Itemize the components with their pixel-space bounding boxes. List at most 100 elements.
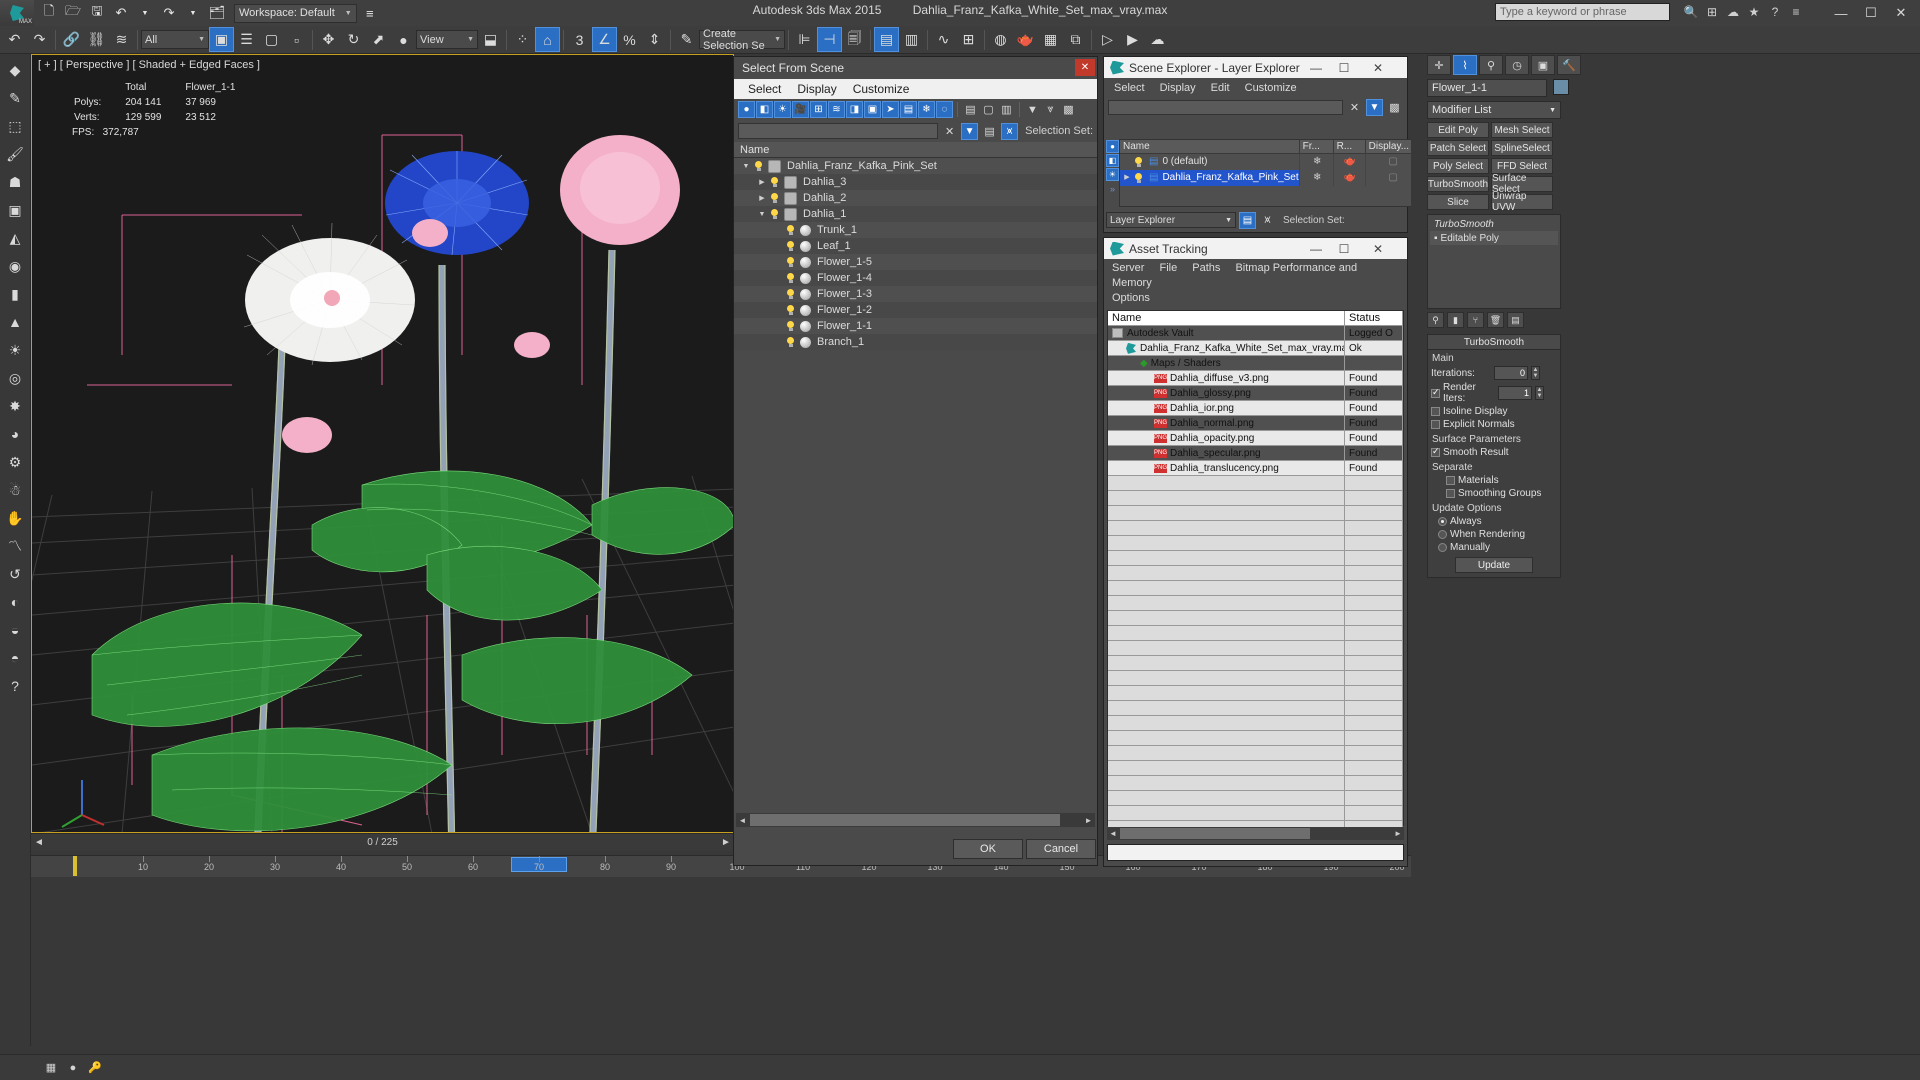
render-iters-checkbox[interactable]: [1431, 387, 1440, 398]
expand-toggle-icon[interactable]: ▼: [756, 211, 768, 218]
angle-snap-toggle[interactable]: ∠: [592, 27, 617, 52]
select-and-move-button[interactable]: ✥: [316, 27, 341, 52]
rectangular-selection-region-button[interactable]: ▢: [259, 27, 284, 52]
rollup-title[interactable]: TurboSmooth: [1428, 335, 1560, 350]
filter-icon[interactable]: ▼: [1024, 101, 1041, 118]
tab-utilities[interactable]: 🔨: [1557, 55, 1581, 75]
modifier-stack[interactable]: TurboSmooth ▪ Editable Poly: [1427, 214, 1561, 309]
object-paint-icon[interactable]: 🖌: [2, 141, 28, 167]
ok-button[interactable]: OK: [953, 839, 1023, 859]
smooth-result-checkbox[interactable]: [1431, 446, 1440, 457]
explorer-mode-combo[interactable]: Layer Explorer ▼: [1106, 212, 1236, 228]
redo-icon[interactable]: ↷: [158, 3, 180, 24]
activeshade-icon[interactable]: ▶: [1120, 27, 1145, 52]
pyramid-icon[interactable]: ▲: [2, 309, 28, 335]
motion-icon[interactable]: ↺: [2, 561, 28, 587]
layer-manager-icon[interactable]: 🗐: [842, 27, 867, 52]
modifier-button[interactable]: TurboSmooth: [1427, 176, 1489, 192]
modifier-quick-buttons[interactable]: Edit Poly Mesh Select Patch Select SplineSe…: [1427, 122, 1555, 213]
account-icon[interactable]: ≡: [1787, 2, 1805, 22]
find-input[interactable]: [1108, 99, 1343, 115]
percent-snap-toggle[interactable]: %: [617, 27, 642, 52]
display-lights-icon[interactable]: ☀: [774, 101, 791, 118]
exchange-icon[interactable]: ⊞: [1703, 2, 1721, 22]
col-render[interactable]: R...: [1334, 140, 1366, 153]
render-toggle-icon[interactable]: 🫖: [1334, 154, 1366, 170]
hand-icon[interactable]: ✋: [2, 505, 28, 531]
display-geometry-icon[interactable]: ●: [738, 101, 755, 118]
modifier-button[interactable]: Edit Poly: [1427, 122, 1489, 138]
explicit-normals-checkbox[interactable]: [1431, 420, 1440, 429]
horizontal-scrollbar[interactable]: ◄ ►: [1107, 827, 1404, 840]
save-file-icon[interactable]: 🖫: [86, 3, 108, 24]
hair-icon[interactable]: 〽: [2, 533, 28, 559]
asset-row[interactable]: PNG Dahlia_normal.png Found: [1108, 416, 1403, 431]
rendered-frame-window-icon[interactable]: ▦: [1038, 27, 1063, 52]
tree-row[interactable]: Flower_1-2: [734, 302, 1097, 318]
smoothing-groups-checkbox[interactable]: [1446, 489, 1455, 498]
display-groups-icon[interactable]: ◨: [846, 101, 863, 118]
layers-icon[interactable]: ▩: [1060, 101, 1077, 118]
menu-edit[interactable]: Edit: [1211, 82, 1230, 94]
pin-stack-icon[interactable]: ⚲: [1427, 312, 1444, 328]
layer-rows[interactable]: ▤ 0 (default) ❄ 🫖 ▢ ▶ ▤ Dahlia_Franz_Kafka_Pink…: [1120, 154, 1420, 186]
make-unique-icon[interactable]: ⑂: [1467, 312, 1484, 328]
next-frame-button[interactable]: ►: [718, 835, 734, 851]
col-name[interactable]: Name: [1108, 311, 1345, 325]
minimize-button[interactable]: —: [1303, 238, 1329, 259]
expand-toggle-icon[interactable]: ▶: [756, 178, 768, 186]
light-bulb-icon[interactable]: [768, 192, 781, 205]
menu-display[interactable]: Display: [1160, 82, 1196, 94]
close-icon[interactable]: ✕: [1075, 59, 1095, 76]
tree-row[interactable]: ▼ Dahlia_1: [734, 206, 1097, 222]
scroll-left-icon[interactable]: ◄: [736, 816, 749, 825]
tree-row[interactable]: Trunk_1: [734, 222, 1097, 238]
tab-motion[interactable]: ◷: [1505, 55, 1529, 75]
scene-object-tree[interactable]: ▼ Dahlia_Franz_Kafka_Pink_Set ▶ Dahlia_3 ▶ Da…: [734, 158, 1097, 813]
iterations-spinner[interactable]: ▲ ▼: [1531, 366, 1540, 380]
tree-row[interactable]: Flower_1-5: [734, 254, 1097, 270]
selection-set-icon[interactable]: ⩙: [1001, 122, 1019, 140]
select-by-name-button[interactable]: ☰: [234, 27, 259, 52]
materials-checkbox[interactable]: [1446, 476, 1455, 485]
toggle-layer-explorer-icon[interactable]: ▥: [899, 27, 924, 52]
new-file-icon[interactable]: 🗋: [38, 3, 60, 24]
undo-dropdown-icon[interactable]: ▼: [134, 3, 156, 24]
update-button[interactable]: Update: [1455, 557, 1533, 573]
layer-row[interactable]: ▶ ▤ Dahlia_Franz_Kafka_Pink_Set ❄ 🫖 ▢: [1120, 170, 1420, 186]
tab-modify[interactable]: ⌇: [1453, 55, 1477, 75]
tree-row[interactable]: ▶ Dahlia_3: [734, 174, 1097, 190]
perspective-viewport[interactable]: [ + ] [ Perspective ] [ Shaded + Edged F…: [31, 54, 734, 833]
display-xrefs-icon[interactable]: ▣: [864, 101, 881, 118]
box-icon[interactable]: ▣: [2, 197, 28, 223]
maximize-button[interactable]: ☐: [1331, 57, 1357, 78]
display-bones-icon[interactable]: ➤: [882, 101, 899, 118]
tab-create[interactable]: ✛: [1427, 55, 1451, 75]
light-bulb-icon[interactable]: [784, 272, 797, 285]
tab-hierarchy[interactable]: ⚲: [1479, 55, 1503, 75]
modifier-button[interactable]: Surface Select: [1491, 173, 1553, 195]
menu-customize[interactable]: Customize: [1245, 82, 1297, 94]
close-button[interactable]: ✕: [1886, 1, 1916, 25]
align-icon[interactable]: ⊣: [817, 27, 842, 52]
polygon-modeling-icon[interactable]: ◆: [2, 57, 28, 83]
freeze-toggle-icon[interactable]: ❄: [1300, 170, 1334, 186]
rigging-icon[interactable]: ⚙: [2, 449, 28, 475]
workspace-selector[interactable]: Workspace: Default ▼: [234, 3, 357, 23]
remove-modifier-icon[interactable]: 🗑: [1487, 312, 1504, 328]
select-and-scale-button[interactable]: ⬈: [366, 27, 391, 52]
asset-path-input[interactable]: [1107, 844, 1404, 861]
col-status[interactable]: Status: [1345, 311, 1403, 325]
close-button[interactable]: ✕: [1365, 238, 1391, 259]
schematic-view-icon[interactable]: ⊞: [956, 27, 981, 52]
menu-paths[interactable]: Paths: [1192, 262, 1220, 274]
collapse-all-icon[interactable]: ▢: [980, 101, 997, 118]
key-mode-icon[interactable]: ▦: [40, 1057, 62, 1079]
light-bulb-icon[interactable]: [1132, 172, 1145, 185]
open-file-icon[interactable]: 🗁: [62, 3, 84, 24]
tree-row[interactable]: ▶ Dahlia_2: [734, 190, 1097, 206]
light-bulb-icon[interactable]: [752, 160, 765, 173]
menu-options[interactable]: Options: [1112, 292, 1150, 304]
stack-item-turbosmooth[interactable]: TurboSmooth: [1430, 217, 1558, 231]
light-bulb-icon[interactable]: [784, 256, 797, 269]
